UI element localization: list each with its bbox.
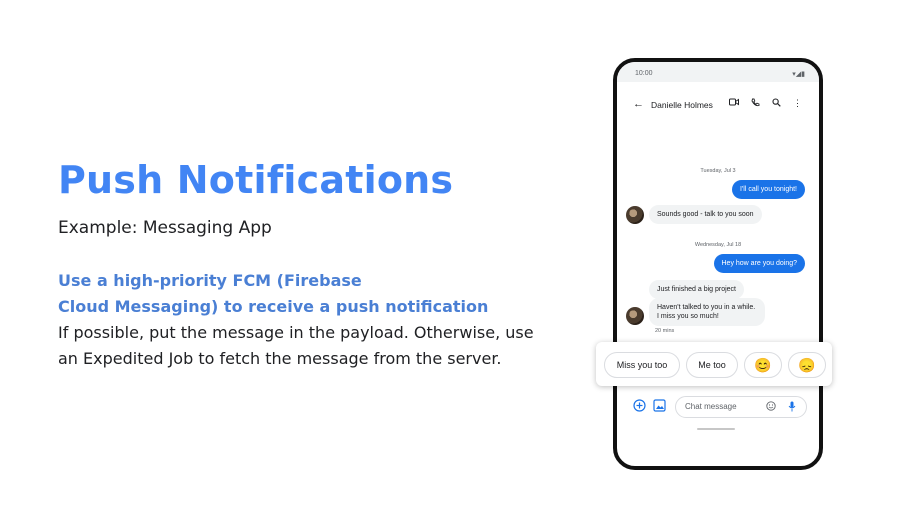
add-icon[interactable] [633,399,646,415]
message-timestamp: 20 mins [655,328,675,334]
date-label: Tuesday, Jul 3 [700,168,736,174]
suggestion-chip-smile-emoji[interactable]: 😊 [744,352,782,378]
message-line: I miss you so much! [657,313,719,320]
smart-reply-card: Miss you too Me too 😊 😞 [596,342,832,386]
status-icons: ▾◢▮ [792,71,805,78]
video-icon[interactable] [729,98,739,108]
slide-body: Use a high-priority FCM (Firebase Cloud … [58,268,538,372]
back-arrow-icon[interactable]: ← [633,98,644,110]
highlight-line-1: Use a high-priority FCM (Firebase [58,271,362,290]
search-icon[interactable] [772,98,781,109]
status-time: 10:00 [635,70,653,77]
home-indicator [697,428,735,430]
slide-subtitle: Example: Messaging App [58,218,272,238]
chat-message-placeholder: Chat message [685,402,737,411]
received-message: Sounds good - talk to you soon [649,205,762,224]
received-message: Just finished a big project [649,280,744,299]
highlight-line-2: Cloud Messaging) to receive a push notif… [58,297,489,316]
slide-title: Push Notifications [58,158,454,202]
body-line-2: an Expedited Job to fetch the message fr… [58,349,502,368]
date-label: Wednesday, Jul 18 [694,242,742,248]
message-line: Haven't talked to you in a while. [657,304,756,311]
emoji-icon[interactable] [766,401,776,413]
app-bar: ← Danielle Holmes ⋮ [617,92,819,118]
chat-message-input[interactable]: Chat message [675,396,807,418]
suggestion-chip-sad-emoji[interactable]: 😞 [788,352,826,378]
gallery-icon[interactable] [653,399,666,415]
avatar [626,206,644,224]
contact-name: Danielle Holmes [651,100,713,110]
suggestion-chip-miss-you-too[interactable]: Miss you too [604,352,680,378]
phone-icon[interactable] [751,98,760,109]
sent-message: I'll call you tonight! [732,180,805,199]
status-bar: 10:00 ▾◢▮ [617,62,819,82]
body-line-1: If possible, put the message in the payl… [58,323,534,342]
received-message: Haven't talked to you in a while. I miss… [649,298,765,326]
avatar [626,307,644,325]
suggestion-chip-me-too[interactable]: Me too [686,352,738,378]
phone-mockup: 10:00 ▾◢▮ ← Danielle Holmes ⋮ Tuesday, J… [613,58,823,470]
more-vert-icon[interactable]: ⋮ [793,98,802,109]
sent-message: Hey how are you doing? [713,254,805,273]
mic-icon[interactable] [788,401,796,414]
